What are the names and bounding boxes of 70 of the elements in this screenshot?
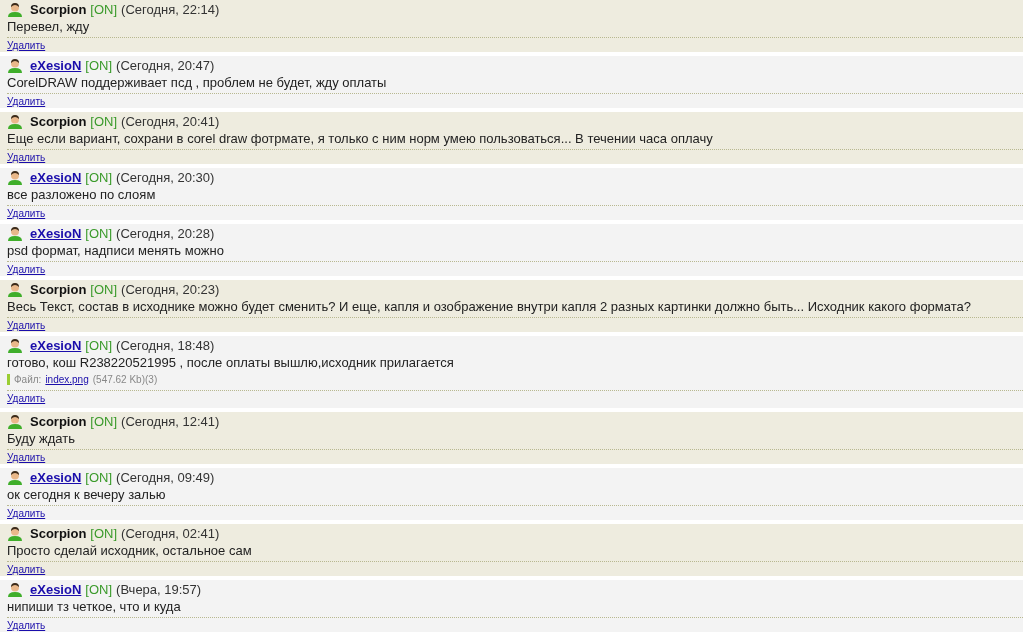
user-icon xyxy=(7,282,23,297)
file-marker xyxy=(7,374,10,385)
user-icon xyxy=(7,2,23,17)
message-time: (Сегодня, 18:48) xyxy=(116,338,215,353)
user-icon xyxy=(7,414,23,429)
delete-link[interactable]: Удалить xyxy=(7,40,46,51)
delete-link[interactable]: Удалить xyxy=(7,320,46,331)
file-label: Файл: xyxy=(14,374,42,385)
delete-link[interactable]: Удалить xyxy=(7,564,46,575)
message-time: (Сегодня, 20:23) xyxy=(121,282,220,297)
author-link[interactable]: eXesioN xyxy=(30,58,82,73)
message-time: (Сегодня, 22:14) xyxy=(121,2,220,17)
user-icon xyxy=(7,526,23,541)
delete-link[interactable]: Удалить xyxy=(7,508,46,519)
author-name: Scorpion xyxy=(30,114,87,129)
message-text: все разложено по слоям xyxy=(7,186,157,203)
online-status: [ON] xyxy=(85,170,113,185)
message-text: Весь Текст, состав в исходнике можно будет сменить? И еще, капля и озображение внутри капля 2 разных картинки должно быть... Исходник какого формата? xyxy=(7,298,972,315)
online-status: [ON] xyxy=(90,2,118,17)
user-icon xyxy=(7,338,23,353)
message-text: ок сегодня к вечеру залью xyxy=(7,486,167,503)
online-status: [ON] xyxy=(85,582,113,597)
message-time: (Сегодня, 20:30) xyxy=(116,170,215,185)
user-icon xyxy=(7,114,23,129)
online-status: [ON] xyxy=(85,338,113,353)
online-status: [ON] xyxy=(90,114,118,129)
user-icon xyxy=(7,582,23,597)
message-text: Еще если вариант, сохрани в corel draw фотрмате, я только с ним норм умею пользоваться... В течении часа оплачу xyxy=(7,130,714,147)
author-link[interactable]: eXesioN xyxy=(30,470,82,485)
user-icon xyxy=(7,58,23,73)
delete-link[interactable]: Удалить xyxy=(7,96,46,107)
online-status: [ON] xyxy=(85,470,113,485)
message-text: Просто сделай исходник, остальное сам xyxy=(7,542,253,559)
message-time: (Сегодня, 20:28) xyxy=(116,226,215,241)
author-name: Scorpion xyxy=(30,414,87,429)
file-info: (547.62 Kb)(3) xyxy=(92,374,158,385)
user-icon xyxy=(7,226,23,241)
delete-link[interactable]: Удалить xyxy=(7,264,46,275)
author-link[interactable]: eXesioN xyxy=(30,170,82,185)
author-name: Scorpion xyxy=(30,2,87,17)
message-time: (Сегодня, 02:41) xyxy=(121,526,220,541)
message-text: готово, кош R238220521995 , после оплаты вышлю,исходник прилагается xyxy=(7,354,455,371)
message-time: (Сегодня, 20:41) xyxy=(121,114,220,129)
online-status: [ON] xyxy=(90,414,118,429)
author-link[interactable]: eXesioN xyxy=(30,582,82,597)
online-status: [ON] xyxy=(90,282,118,297)
delete-link[interactable]: Удалить xyxy=(7,152,46,163)
delete-link[interactable]: Удалить xyxy=(7,452,46,463)
message-text: psd формат, надписи менять можно xyxy=(7,242,225,259)
message-text: Перевел, жду xyxy=(7,18,91,35)
message-text: CorelDRAW поддерживает псд , проблем не будет, жду оплаты xyxy=(7,74,388,91)
online-status: [ON] xyxy=(90,526,118,541)
author-name: Scorpion xyxy=(30,526,87,541)
user-icon xyxy=(7,470,23,485)
message-text: нипиши тз четкое, что и куда xyxy=(7,598,182,615)
message-time: (Сегодня, 12:41) xyxy=(121,414,220,429)
online-status: [ON] xyxy=(85,226,113,241)
message-time: (Сегодня, 09:49) xyxy=(116,470,215,485)
delete-link[interactable]: Удалить xyxy=(7,620,46,631)
delete-link[interactable]: Удалить xyxy=(7,208,46,219)
delete-link[interactable]: Удалить xyxy=(7,393,46,404)
author-link[interactable]: eXesioN xyxy=(30,226,82,241)
message-text: Буду ждать xyxy=(7,430,76,447)
file-link[interactable]: index.png xyxy=(45,374,89,385)
author-link[interactable]: eXesioN xyxy=(30,338,82,353)
message-time: (Вчера, 19:57) xyxy=(116,582,202,597)
online-status: [ON] xyxy=(85,58,113,73)
user-icon xyxy=(7,170,23,185)
message-time: (Сегодня, 20:47) xyxy=(116,58,215,73)
author-name: Scorpion xyxy=(30,282,87,297)
